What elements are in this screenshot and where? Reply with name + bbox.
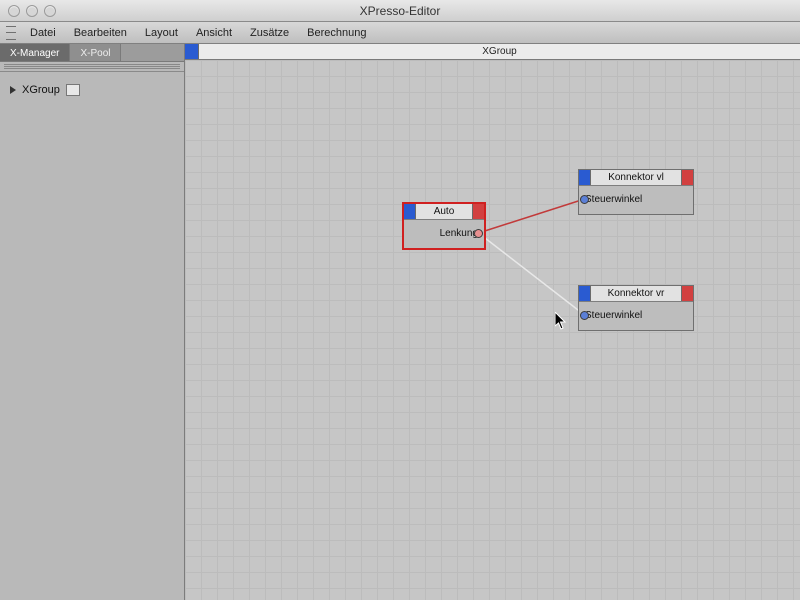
disclosure-triangle-icon[interactable] <box>10 86 16 94</box>
node-title-label: Konnektor vl <box>591 170 681 185</box>
tree-item-badge-icon <box>66 84 80 96</box>
node-title[interactable]: Konnektor vl <box>579 170 693 186</box>
menu-ansicht[interactable]: Ansicht <box>188 25 240 41</box>
wire[interactable] <box>479 199 585 233</box>
sidebar: X-Manager X-Pool XGroup <box>0 44 185 600</box>
traffic-lights <box>8 5 56 17</box>
canvas-header-label: XGroup <box>199 44 800 59</box>
node-output-chip-icon[interactable] <box>681 286 693 301</box>
menu-datei[interactable]: Datei <box>22 25 64 41</box>
canvas-area: XGroup Auto Lenkung <box>185 44 800 600</box>
sidebar-tree: XGroup <box>0 72 184 108</box>
output-port-lenkung[interactable]: Lenkung <box>410 224 478 242</box>
port-dot-icon[interactable] <box>580 195 589 204</box>
wires-layer <box>185 60 800 600</box>
node-title-label: Konnektor vr <box>591 286 681 301</box>
port-label: Steuerwinkel <box>585 194 642 205</box>
tree-item-label: XGroup <box>22 84 60 96</box>
node-input-chip-icon[interactable] <box>579 286 591 301</box>
node-title[interactable]: Auto <box>404 204 484 220</box>
node-canvas[interactable]: Auto Lenkung Konnektor vl <box>185 60 800 600</box>
node-auto[interactable]: Auto Lenkung <box>403 203 485 249</box>
port-label: Lenkung <box>440 228 478 239</box>
minimize-icon[interactable] <box>26 5 38 17</box>
tab-x-manager[interactable]: X-Manager <box>0 44 70 61</box>
tab-x-pool[interactable]: X-Pool <box>70 44 121 61</box>
menu-bearbeiten[interactable]: Bearbeiten <box>66 25 135 41</box>
tree-item-xgroup[interactable]: XGroup <box>8 82 176 98</box>
node-output-chip-icon[interactable] <box>472 204 484 219</box>
menubar-grip-icon[interactable] <box>6 26 16 40</box>
sidebar-grip-icon[interactable] <box>0 62 184 72</box>
window-titlebar: XPresso-Editor <box>0 0 800 22</box>
wire[interactable] <box>479 233 585 315</box>
node-input-chip-icon[interactable] <box>404 204 416 219</box>
sidebar-tabstrip: X-Manager X-Pool <box>0 44 184 62</box>
node-body: Steuerwinkel <box>579 186 693 214</box>
close-icon[interactable] <box>8 5 20 17</box>
canvas-header-chip-icon <box>185 44 199 59</box>
input-port-steuerwinkel[interactable]: Steuerwinkel <box>585 306 687 324</box>
node-title[interactable]: Konnektor vr <box>579 286 693 302</box>
node-output-chip-icon[interactable] <box>681 170 693 185</box>
menu-layout[interactable]: Layout <box>137 25 186 41</box>
zoom-icon[interactable] <box>44 5 56 17</box>
port-dot-icon[interactable] <box>474 229 483 238</box>
cursor-arrow-icon <box>555 312 567 330</box>
node-body: Lenkung <box>404 220 484 248</box>
input-port-steuerwinkel[interactable]: Steuerwinkel <box>585 190 687 208</box>
window-title: XPresso-Editor <box>0 4 800 18</box>
node-title-label: Auto <box>416 204 472 219</box>
node-konnektor-vl[interactable]: Konnektor vl Steuerwinkel <box>578 169 694 215</box>
node-body: Steuerwinkel <box>579 302 693 330</box>
node-input-chip-icon[interactable] <box>579 170 591 185</box>
node-konnektor-vr[interactable]: Konnektor vr Steuerwinkel <box>578 285 694 331</box>
port-dot-icon[interactable] <box>580 311 589 320</box>
menubar: Datei Bearbeiten Layout Ansicht Zusätze … <box>0 22 800 44</box>
port-label: Steuerwinkel <box>585 310 642 321</box>
canvas-header: XGroup <box>185 44 800 60</box>
menu-berechnung[interactable]: Berechnung <box>299 25 374 41</box>
menu-zusaetze[interactable]: Zusätze <box>242 25 297 41</box>
